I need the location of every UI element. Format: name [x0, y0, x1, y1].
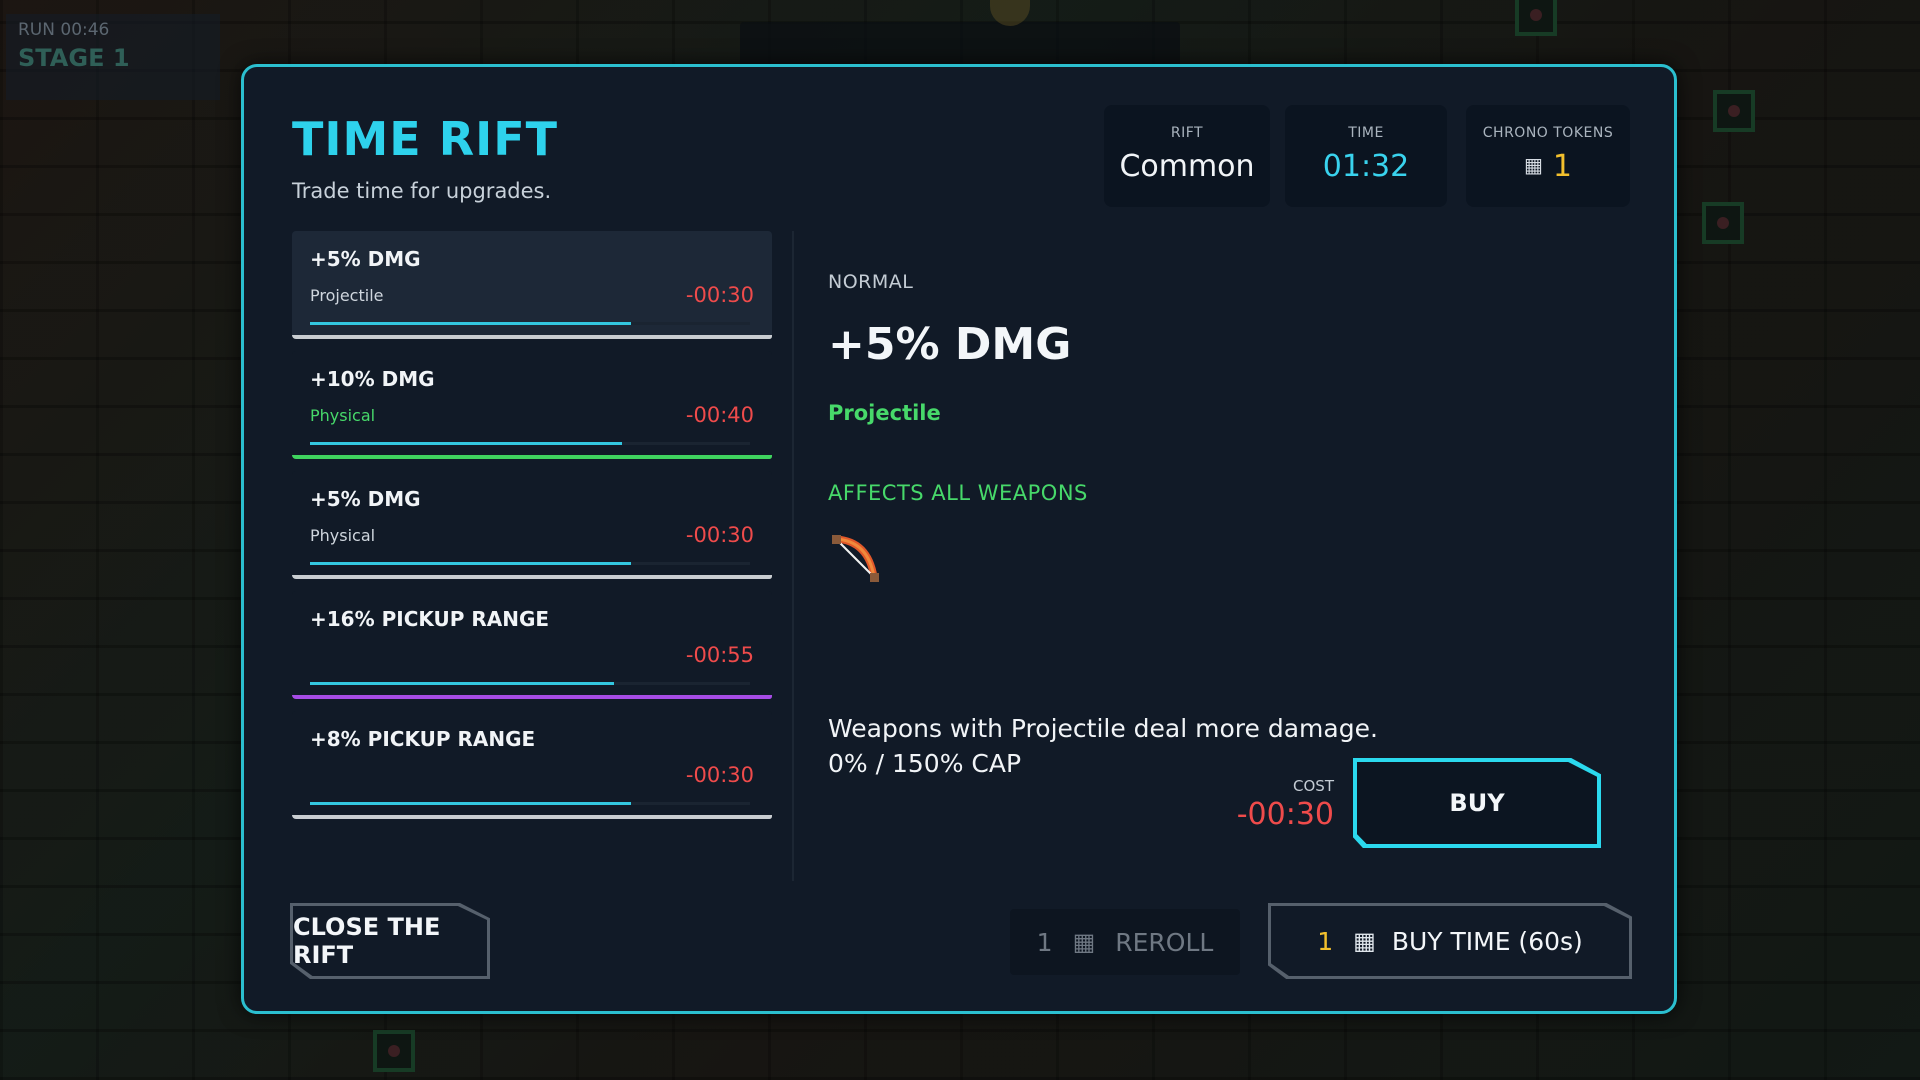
- detail-upgrade-name: +5% DMG: [828, 319, 1072, 370]
- upgrade-time-cost: -00:30: [685, 283, 754, 307]
- upgrade-tag: Physical: [310, 526, 376, 545]
- upgrade-progress-bar: [310, 682, 750, 685]
- chip-icon: ▦: [1524, 153, 1543, 177]
- stat-label: RIFT: [1170, 125, 1204, 141]
- upgrade-list: +5% DMG Projectile -00:30 +10% DMG Physical -…: [292, 231, 772, 831]
- upgrade-item[interactable]: +16% PICKUP RANGE -00:55: [292, 591, 772, 699]
- reroll-cost: 1: [1036, 927, 1053, 957]
- stat-label: TIME: [1348, 125, 1384, 141]
- buy-time-label: BUY TIME (60s): [1391, 926, 1583, 956]
- modal-subtitle: Trade time for upgrades.: [292, 179, 552, 203]
- upgrade-progress-bar: [310, 802, 750, 805]
- upgrade-progress-fill: [310, 802, 632, 805]
- upgrade-progress-bar: [310, 562, 750, 565]
- background-enemy: [373, 1030, 415, 1072]
- buy-button[interactable]: BUY: [1357, 762, 1597, 844]
- chip-icon: ▦: [1072, 928, 1096, 956]
- reroll-button[interactable]: 1 ▦ REROLL: [1010, 909, 1240, 975]
- description-text: Weapons with Projectile deal more damage…: [828, 714, 1378, 743]
- chrono-tokens-value: 1: [1552, 149, 1572, 184]
- upgrade-time-cost: -00:55: [685, 643, 754, 667]
- upgrade-item[interactable]: +8% PICKUP RANGE -00:30: [292, 711, 772, 819]
- background-enemy: [1515, 0, 1557, 36]
- cost-label: COST: [1293, 777, 1334, 795]
- rarity-accent-line: [292, 335, 772, 339]
- bow-icon: [832, 535, 879, 582]
- buy-time-content: 1 ▦ BUY TIME (60s): [1271, 906, 1629, 976]
- upgrade-progress-bar: [310, 322, 750, 325]
- stage-label: STAGE 1: [18, 44, 130, 72]
- chip-icon: ▦: [1353, 927, 1376, 955]
- upgrade-name: +16% PICKUP RANGE: [310, 607, 550, 631]
- rarity-accent-line: [292, 455, 772, 459]
- upgrade-time-cost: -00:40: [685, 403, 754, 427]
- background-enemy: [1713, 90, 1755, 132]
- upgrade-item[interactable]: +5% DMG Projectile -00:30: [292, 231, 772, 339]
- upgrade-time-cost: -00:30: [685, 763, 754, 787]
- close-rift-label: CLOSE THE RIFT: [293, 906, 487, 976]
- detail-description: Weapons with Projectile deal more damage…: [828, 711, 1378, 781]
- upgrade-time-cost: -00:30: [685, 523, 754, 547]
- chrono-tokens-value-row: ▦ 1: [1466, 149, 1630, 184]
- stat-label: CHRONO TOKENS: [1482, 125, 1614, 141]
- time-stat: TIME 01:32: [1285, 105, 1447, 207]
- upgrade-progress-fill: [310, 682, 614, 685]
- run-hud: RUN 00:46 STAGE 1: [6, 14, 220, 100]
- reroll-label: REROLL: [1115, 927, 1214, 957]
- upgrade-name: +8% PICKUP RANGE: [310, 727, 536, 751]
- upgrade-item[interactable]: +5% DMG Physical -00:30: [292, 471, 772, 579]
- time-rift-modal: TIME RIFT Trade time for upgrades. RIFT …: [241, 64, 1677, 1014]
- detail-tag: Projectile: [828, 401, 941, 425]
- close-rift-button[interactable]: CLOSE THE RIFT: [290, 903, 490, 979]
- detail-rarity: NORMAL: [828, 271, 914, 293]
- rarity-accent-line: [292, 695, 772, 699]
- upgrade-name: +5% DMG: [310, 247, 421, 271]
- upgrade-progress-bar: [310, 442, 750, 445]
- upgrade-progress-fill: [310, 442, 623, 445]
- time-value: 01:32: [1322, 149, 1410, 184]
- upgrade-progress-fill: [310, 562, 632, 565]
- upgrade-name: +10% DMG: [310, 367, 435, 391]
- buy-time-button[interactable]: 1 ▦ BUY TIME (60s): [1268, 903, 1632, 979]
- rarity-accent-line: [292, 575, 772, 579]
- upgrade-progress-fill: [310, 322, 632, 325]
- chrono-tokens-stat: CHRONO TOKENS ▦ 1: [1466, 105, 1630, 207]
- divider: [792, 231, 794, 881]
- upgrade-tag: Projectile: [310, 286, 384, 305]
- modal-title: TIME RIFT: [292, 112, 559, 166]
- cap-text: 0% / 150% CAP: [828, 749, 1022, 778]
- rarity-accent-line: [292, 815, 772, 819]
- detail-affects: AFFECTS ALL WEAPONS: [828, 481, 1088, 505]
- upgrade-name: +5% DMG: [310, 487, 421, 511]
- rift-rarity-stat: RIFT Common: [1104, 105, 1270, 207]
- upgrade-item[interactable]: +10% DMG Physical -00:40: [292, 351, 772, 459]
- run-timer: RUN 00:46: [18, 20, 110, 40]
- rift-rarity-value: Common: [1119, 149, 1255, 184]
- buy-time-cost: 1: [1317, 926, 1334, 956]
- background-enemy: [1702, 202, 1744, 244]
- upgrade-tag: Physical: [310, 406, 376, 425]
- cost-value: -00:30: [1236, 797, 1334, 832]
